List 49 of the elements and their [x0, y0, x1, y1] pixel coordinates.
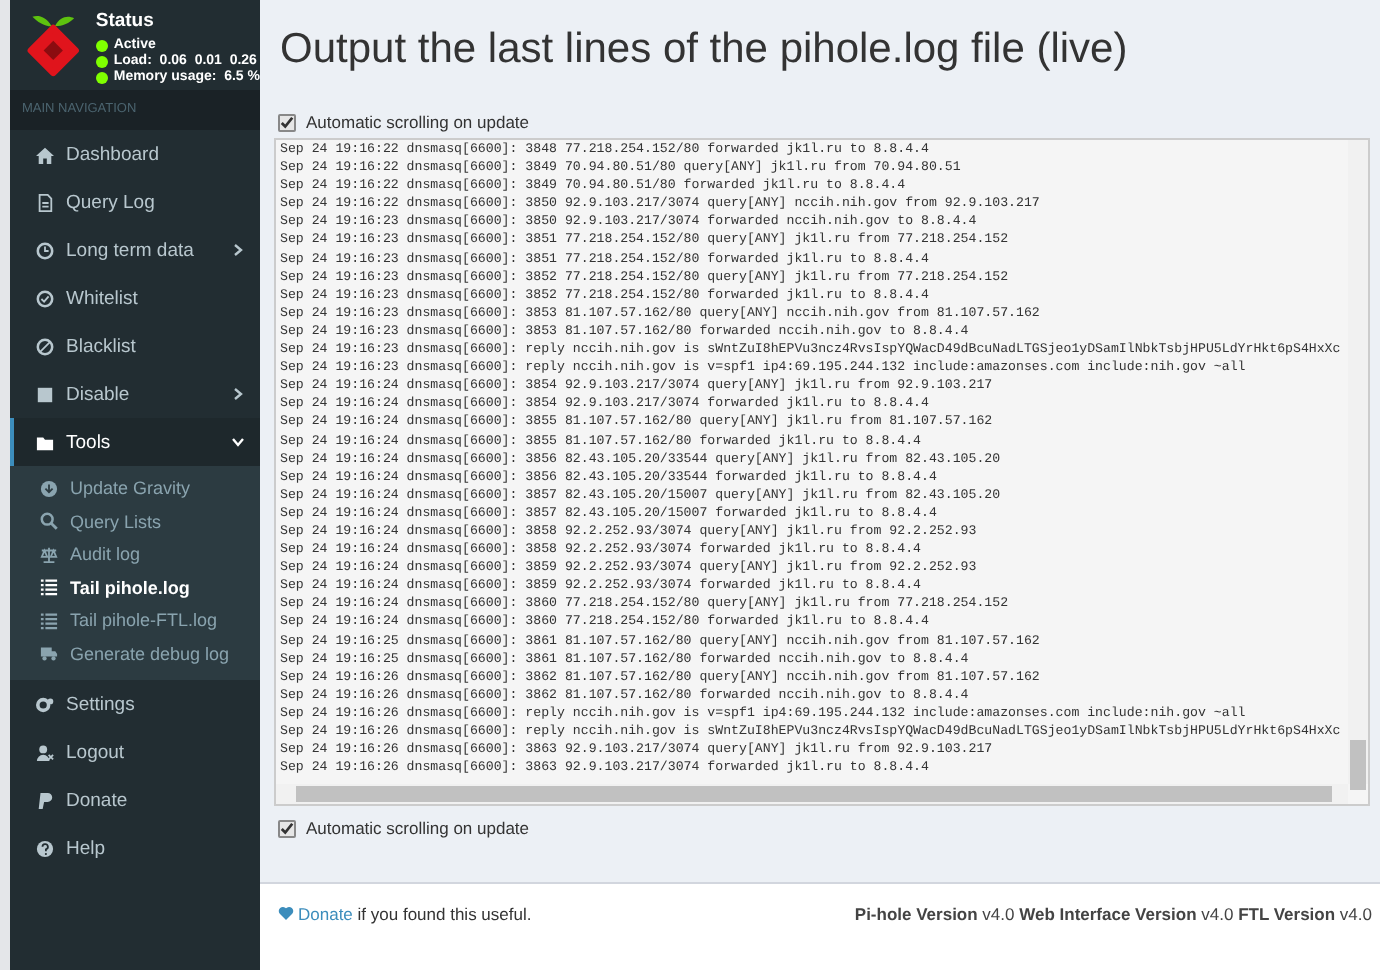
settings-icon — [36, 695, 54, 713]
submenu-item[interactable]: Generate debug log — [10, 637, 260, 670]
check-circle-icon — [36, 289, 54, 307]
scale-icon — [40, 545, 58, 564]
checkbox[interactable] — [278, 819, 296, 837]
search-icon — [40, 512, 58, 531]
nav-item[interactable]: Long term data — [10, 226, 260, 274]
user-icon — [36, 743, 54, 761]
status-dot — [95, 71, 108, 83]
version-info: Pi-hole Version v4.0 Web Interface Version v4.0 FTL Version v4.0 — [854, 903, 1372, 923]
document-icon — [36, 193, 54, 211]
checkbox[interactable] — [278, 113, 296, 131]
nav-item[interactable]: Query Log — [10, 178, 260, 226]
status-dot — [95, 39, 108, 51]
checkbox-label: Automatic scrolling on update — [306, 112, 530, 132]
nav-item[interactable]: Donate — [10, 776, 260, 824]
heart-icon — [278, 906, 294, 920]
scrollbar[interactable] — [1348, 140, 1368, 784]
nav-item[interactable]: Blacklist — [10, 322, 260, 370]
nav-item[interactable]: Logout — [10, 728, 260, 776]
scrollbar[interactable] — [276, 784, 1348, 804]
home-icon — [36, 145, 54, 163]
donate-link[interactable]: Donate — [298, 903, 353, 923]
list-icon — [40, 611, 58, 630]
submenu-item[interactable]: Audit log — [10, 538, 260, 571]
nav-item[interactable]: Whitelist — [10, 274, 260, 322]
submenu-item[interactable]: Query Lists — [10, 505, 260, 538]
download-icon — [40, 479, 58, 498]
page-title: Output the last lines of the pihole.log file (live) — [280, 26, 1130, 76]
status-title: Status — [95, 10, 156, 32]
checkbox-label: Automatic scrolling on update — [306, 818, 530, 838]
nav-item[interactable]: Dashboard — [10, 130, 260, 178]
clock-icon — [36, 241, 54, 259]
donate-note: Donate if you found this useful. — [298, 903, 532, 923]
ban-icon — [36, 337, 54, 355]
submenu-item[interactable]: Tail pihole.log — [10, 571, 260, 604]
nav-item[interactable]: Help — [10, 824, 260, 872]
submenu-item[interactable]: Tail pihole-FTL.log — [10, 604, 260, 637]
list-icon — [40, 578, 58, 597]
square-icon — [36, 385, 54, 403]
truck-icon — [40, 644, 58, 663]
folder-icon — [36, 433, 54, 451]
help-icon — [36, 839, 54, 857]
status-dot — [95, 55, 108, 67]
nav-item[interactable]: Disable — [10, 370, 260, 418]
nav-item[interactable]: Settings — [10, 680, 260, 728]
submenu-item[interactable]: Update Gravity — [10, 472, 260, 505]
nav-item[interactable]: Tools — [10, 418, 260, 466]
paypal-icon — [36, 791, 54, 809]
